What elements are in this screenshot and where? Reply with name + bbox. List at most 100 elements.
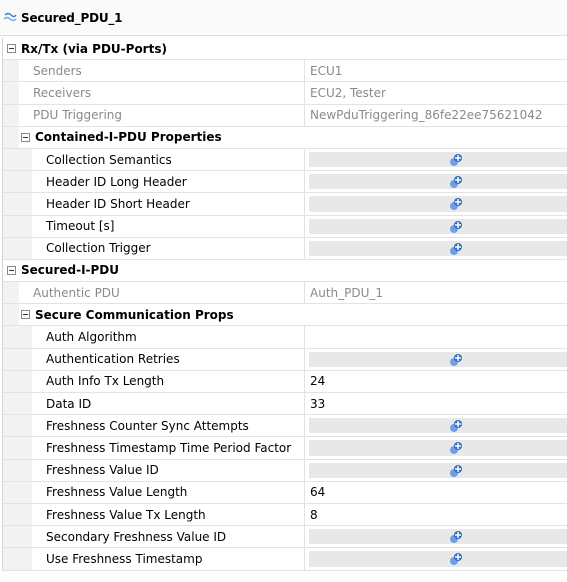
property-name: Freshness Value ID xyxy=(19,459,305,481)
add-value-icon[interactable] xyxy=(448,219,464,235)
property-row-data-id[interactable]: Data ID 33 xyxy=(3,393,567,416)
property-name: PDU Triggering xyxy=(19,104,305,126)
property-name: Header ID Long Header xyxy=(19,171,305,193)
add-value-icon[interactable] xyxy=(448,418,464,434)
collapse-icon[interactable] xyxy=(7,44,16,54)
empty-value-field[interactable] xyxy=(309,418,567,434)
empty-value-field[interactable] xyxy=(309,440,567,456)
row-gutter xyxy=(3,526,19,548)
property-row-header-id-long[interactable]: Header ID Long Header xyxy=(3,171,567,194)
property-row-freshness-value-tx-length[interactable]: Freshness Value Tx Length 8 xyxy=(3,503,567,527)
row-gutter xyxy=(3,415,19,437)
empty-value-field[interactable] xyxy=(309,551,567,567)
add-value-icon[interactable] xyxy=(448,196,464,212)
row-gutter xyxy=(3,282,19,304)
add-value-icon[interactable] xyxy=(448,440,464,456)
property-row-freshness-value-id[interactable]: Freshness Value ID xyxy=(3,459,567,482)
row-gutter xyxy=(3,393,19,415)
row-gutter xyxy=(3,459,19,481)
property-name: Use Freshness Timestamp xyxy=(19,548,305,570)
property-value: Auth_PDU_1 xyxy=(310,285,384,300)
row-gutter xyxy=(3,348,19,370)
property-row-authentic-pdu[interactable]: Authentic PDU Auth_PDU_1 xyxy=(3,282,567,305)
property-row-collection-semantics[interactable]: Collection Semantics xyxy=(3,148,567,172)
add-value-icon[interactable] xyxy=(448,352,464,368)
property-name: Header ID Short Header xyxy=(19,193,305,215)
property-name: Collection Trigger xyxy=(19,237,305,259)
property-row-freshness-value-length[interactable]: Freshness Value Length 64 xyxy=(3,481,567,504)
property-name: Freshness Value Length xyxy=(19,481,305,503)
row-gutter xyxy=(3,437,19,459)
property-name: Receivers xyxy=(19,82,305,104)
collapse-icon[interactable] xyxy=(7,265,16,275)
collapse-icon[interactable] xyxy=(21,132,30,142)
add-value-icon[interactable] xyxy=(448,529,464,545)
row-gutter xyxy=(3,370,19,392)
row-gutter xyxy=(3,304,19,326)
window-title: Secured_PDU_1 xyxy=(21,10,123,25)
add-value-icon[interactable] xyxy=(448,463,464,479)
row-gutter xyxy=(3,326,19,348)
property-value: ECU1 xyxy=(310,63,343,78)
empty-value-field[interactable] xyxy=(309,218,567,234)
property-row-secondary-freshness-value-id[interactable]: Secondary Freshness Value ID xyxy=(3,526,567,549)
property-value[interactable]: 64 xyxy=(306,482,567,503)
section-label: Contained-I-PDU Properties xyxy=(35,130,222,145)
property-name: Freshness Timestamp Time Period Factor xyxy=(19,437,305,459)
row-gutter xyxy=(3,104,19,126)
empty-value-field[interactable] xyxy=(309,529,567,545)
empty-value-field[interactable] xyxy=(309,351,567,367)
property-grid: Rx/Tx (via PDU-Ports) Senders ECU1 Recei… xyxy=(2,38,567,571)
add-value-icon[interactable] xyxy=(448,152,464,168)
property-value[interactable] xyxy=(306,326,567,347)
property-name: Senders xyxy=(19,60,305,82)
property-name: Auth Info Tx Length xyxy=(19,370,305,392)
row-gutter xyxy=(3,193,19,215)
empty-value-field[interactable] xyxy=(309,196,567,212)
property-name: Timeout [s] xyxy=(19,215,305,237)
property-row-freshness-counter-sync[interactable]: Freshness Counter Sync Attempts xyxy=(3,415,567,438)
property-row-use-freshness-timestamp[interactable]: Use Freshness Timestamp xyxy=(3,548,567,571)
add-value-icon[interactable] xyxy=(448,551,464,567)
property-row-auth-algorithm[interactable]: Auth Algorithm xyxy=(3,326,567,349)
property-row-pdu-triggering[interactable]: PDU Triggering NewPduTriggering_86fe22ee… xyxy=(3,104,567,127)
property-name: Collection Semantics xyxy=(19,148,305,171)
section-secure-communication-props[interactable]: Secure Communication Props xyxy=(3,304,567,327)
property-name: Authentic PDU xyxy=(19,282,305,304)
section-secured-ipdu[interactable]: Secured-I-PDU xyxy=(3,259,567,283)
property-row-freshness-timestamp-factor[interactable]: Freshness Timestamp Time Period Factor xyxy=(3,437,567,460)
section-rxtx[interactable]: Rx/Tx (via PDU-Ports) xyxy=(3,38,567,61)
property-row-header-id-short[interactable]: Header ID Short Header xyxy=(3,193,567,216)
row-gutter xyxy=(3,481,19,503)
property-row-receivers[interactable]: Receivers ECU2, Tester xyxy=(3,82,567,105)
property-name: Data ID xyxy=(19,393,305,415)
property-value[interactable]: 8 xyxy=(306,504,567,525)
property-row-timeout[interactable]: Timeout [s] xyxy=(3,215,567,238)
row-gutter xyxy=(3,126,19,148)
property-row-collection-trigger[interactable]: Collection Trigger xyxy=(3,237,567,260)
property-row-auth-info-tx-length[interactable]: Auth Info Tx Length 24 xyxy=(3,370,567,393)
empty-value-field[interactable] xyxy=(309,240,567,256)
property-name: Freshness Counter Sync Attempts xyxy=(19,415,305,437)
property-value[interactable]: 33 xyxy=(306,393,567,414)
property-value: ECU2, Tester xyxy=(310,85,386,100)
row-gutter xyxy=(3,548,19,570)
section-contained-ipdu[interactable]: Contained-I-PDU Properties xyxy=(3,126,567,149)
property-value[interactable]: 24 xyxy=(306,371,567,392)
empty-value-field[interactable] xyxy=(309,151,567,168)
empty-value-field[interactable] xyxy=(309,174,567,190)
add-value-icon[interactable] xyxy=(448,241,464,257)
property-value: NewPduTriggering_86fe22ee75621042 xyxy=(310,108,543,123)
empty-value-field[interactable] xyxy=(309,462,567,478)
row-gutter xyxy=(3,215,19,237)
add-value-icon[interactable] xyxy=(448,174,464,190)
section-label: Rx/Tx (via PDU-Ports) xyxy=(21,41,167,56)
property-name: Secondary Freshness Value ID xyxy=(19,526,305,548)
property-row-authentication-retries[interactable]: Authentication Retries xyxy=(3,348,567,371)
row-gutter xyxy=(3,148,19,171)
row-gutter xyxy=(3,503,19,526)
property-name: Freshness Value Tx Length xyxy=(19,503,305,526)
property-row-senders[interactable]: Senders ECU1 xyxy=(3,60,567,83)
collapse-icon[interactable] xyxy=(21,310,30,320)
row-gutter xyxy=(3,82,19,104)
